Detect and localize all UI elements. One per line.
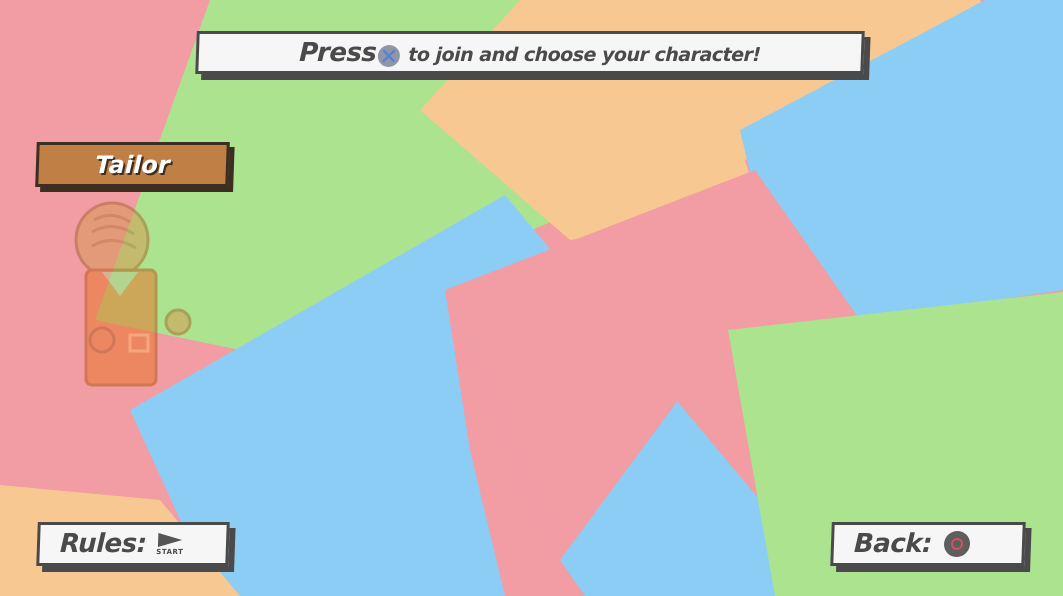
character-right-hand bbox=[164, 308, 192, 336]
prompt-press-word: Press bbox=[298, 37, 377, 68]
prompt-rest-text: to join and choose your character! bbox=[407, 43, 762, 66]
back-banner[interactable]: Back: bbox=[830, 522, 1026, 566]
join-prompt-text: Press to join and choose your character! bbox=[299, 38, 761, 68]
start-button-label: START bbox=[156, 547, 184, 556]
rules-banner[interactable]: Rules: START bbox=[36, 522, 230, 566]
character-name-tag[interactable]: Tailor bbox=[35, 142, 230, 187]
tailor-character-figure[interactable] bbox=[72, 200, 196, 396]
cross-button-icon bbox=[377, 45, 401, 67]
back-label: Back: bbox=[853, 529, 933, 559]
rules-label: Rules: bbox=[59, 529, 148, 559]
character-name: Tailor bbox=[94, 150, 171, 179]
start-arrow-icon bbox=[157, 532, 183, 547]
join-prompt-banner: Press to join and choose your character! bbox=[195, 31, 865, 74]
start-button-icon: START bbox=[156, 532, 184, 556]
circle-button-icon bbox=[943, 531, 971, 557]
character-left-hand bbox=[88, 326, 116, 354]
